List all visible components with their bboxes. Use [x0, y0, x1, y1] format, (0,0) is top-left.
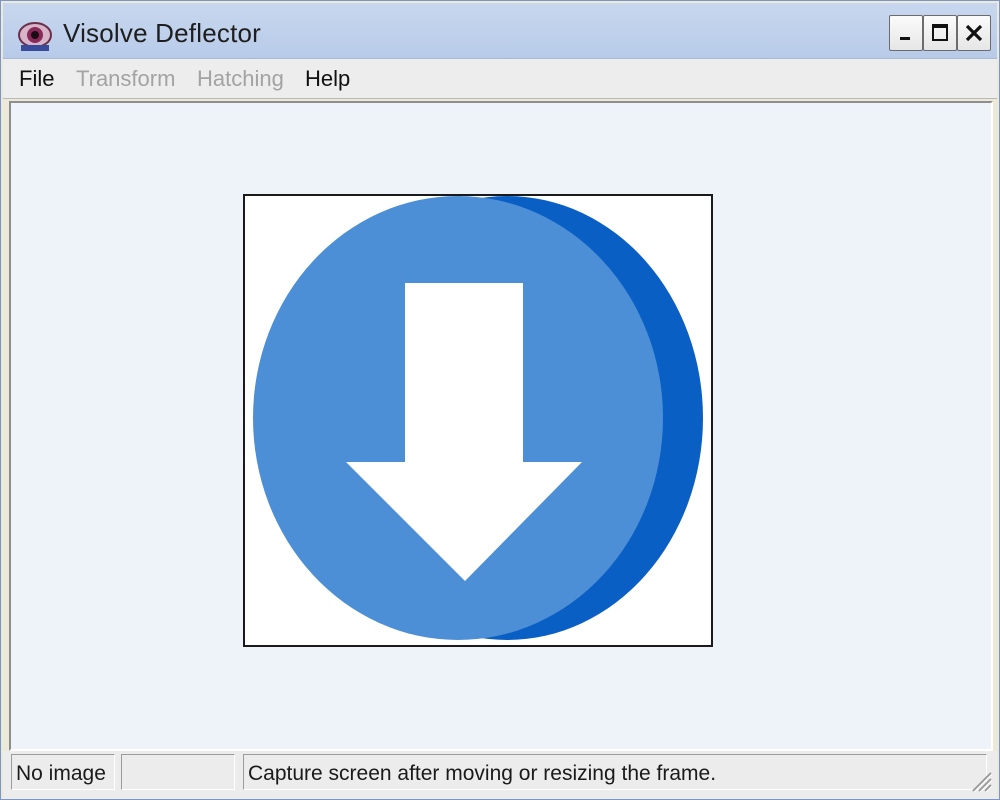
download-arrow-icon: [253, 196, 703, 640]
title-bar[interactable]: Visolve Deflector: [3, 3, 997, 59]
status-image-pane: No image: [11, 754, 115, 790]
menu-bar: File Transform Hatching Help: [3, 59, 997, 99]
app-window: Visolve Deflector File Transform Hatchin…: [0, 0, 1000, 800]
status-bar: No image Capture screen after moving or …: [3, 751, 997, 799]
menu-file[interactable]: File: [19, 66, 54, 92]
menu-help[interactable]: Help: [305, 66, 350, 92]
status-message-pane: Capture screen after moving or resizing …: [243, 754, 987, 790]
eye-app-icon[interactable]: [17, 17, 53, 53]
menu-hatching[interactable]: Hatching: [197, 66, 284, 92]
menu-transform[interactable]: Transform: [76, 66, 175, 92]
maximize-icon: [932, 24, 948, 41]
resize-grip-icon[interactable]: [967, 767, 993, 793]
capture-frame[interactable]: [243, 194, 713, 647]
status-empty-pane: [121, 754, 235, 790]
close-icon: [965, 24, 983, 42]
maximize-button[interactable]: [923, 15, 957, 51]
minimize-icon: [900, 37, 910, 40]
client-area: [9, 101, 993, 751]
close-button[interactable]: [957, 15, 991, 51]
minimize-button[interactable]: [889, 15, 923, 51]
window-title: Visolve Deflector: [63, 18, 262, 48]
